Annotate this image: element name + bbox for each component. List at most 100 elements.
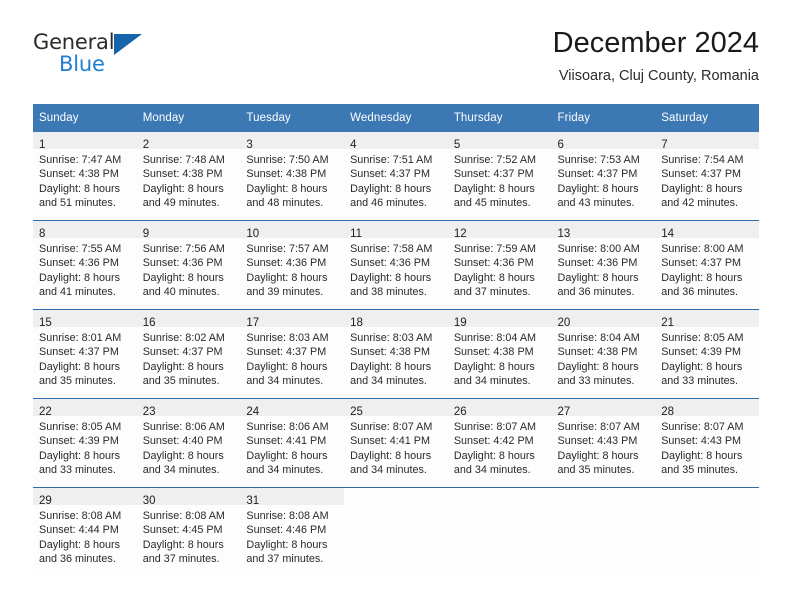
calendar-day-cell[interactable]: 31 Sunrise: 8:08 AM Sunset: 4:46 PM Dayligh…	[240, 487, 345, 576]
sunset-text: Sunset: 4:38 PM	[39, 168, 119, 181]
calendar-week-row: 15 Sunrise: 8:01 AM Sunset: 4:37 PM Dayligh…	[33, 309, 759, 399]
day-number-bar: 18	[344, 310, 448, 329]
title-block: December 2024 Viisoara, Cluj County, Rom…	[553, 26, 759, 86]
day-number-bar: 12	[447, 221, 552, 240]
calendar-day-cell[interactable]: 19 Sunrise: 8:04 AM Sunset: 4:38 PM Dayligh…	[447, 309, 552, 399]
calendar-day-cell[interactable]: 11 Sunrise: 7:58 AM Sunset: 4:36 PM Dayligh…	[344, 220, 448, 310]
daylight-text: Daylight: 8 hours	[453, 182, 535, 195]
calendar-day-cell[interactable]: 24 Sunrise: 8:06 AM Sunset: 4:41 PM Dayligh…	[240, 398, 345, 488]
calendar-day-cell[interactable]: 4 Sunrise: 7:51 AM Sunset: 4:37 PM Daylight…	[344, 132, 448, 221]
day-number: 29	[39, 495, 52, 507]
calendar-day-cell[interactable]: 6 Sunrise: 7:53 AM Sunset: 4:37 PM Daylight…	[551, 132, 656, 221]
calendar-day-cell[interactable]: 3 Sunrise: 7:50 AM Sunset: 4:38 PM Daylight…	[240, 132, 345, 221]
page-header: General Blue December 2024 Viisoara, Clu…	[33, 26, 759, 98]
day-details: Sunrise: 8:07 AM Sunset: 4:43 PM Daylight:…	[552, 416, 656, 478]
day-number-bar: 11	[344, 221, 448, 240]
daylight-text: Daylight: 8 hours	[350, 360, 432, 373]
day-details: Sunrise: 7:51 AM Sunset: 4:37 PM Daylight:…	[344, 149, 448, 211]
calendar-day-cell[interactable]: 15 Sunrise: 8:01 AM Sunset: 4:37 PM Dayligh…	[33, 309, 137, 399]
sunset-text: Sunset: 4:38 PM	[350, 346, 430, 359]
sunrise-text: Sunrise: 7:52 AM	[453, 154, 537, 166]
sunset-text: Sunset: 4:39 PM	[39, 435, 119, 448]
calendar-day-cell[interactable]: 5 Sunrise: 7:52 AM Sunset: 4:37 PM Daylight…	[447, 132, 552, 221]
daylight-text-cont: and 36 minutes.	[39, 553, 116, 566]
sunset-text: Sunset: 4:41 PM	[350, 435, 430, 448]
sunset-text: Sunset: 4:37 PM	[142, 346, 223, 359]
calendar-day-cell[interactable]: 18 Sunrise: 8:03 AM Sunset: 4:38 PM Dayligh…	[344, 309, 448, 399]
daylight-text: Daylight: 8 hours	[142, 360, 224, 373]
day-number-bar: 22	[33, 399, 137, 418]
sunrise-text: Sunrise: 8:06 AM	[142, 421, 225, 433]
weekday-header-monday: Monday	[136, 104, 241, 132]
day-details: Sunrise: 8:00 AM Sunset: 4:37 PM Daylight:…	[655, 238, 759, 300]
day-number: 17	[246, 317, 260, 329]
day-number: 11	[350, 228, 363, 240]
day-number: 19	[453, 317, 467, 329]
sunrise-text: Sunrise: 8:01 AM	[39, 332, 122, 344]
calendar-day-cell[interactable]: 25 Sunrise: 8:07 AM Sunset: 4:41 PM Dayligh…	[344, 398, 448, 488]
calendar-day-cell[interactable]: 8 Sunrise: 7:55 AM Sunset: 4:36 PM Daylight…	[33, 220, 137, 310]
daylight-text-cont: and 46 minutes.	[350, 197, 427, 210]
sunrise-text: Sunrise: 7:47 AM	[39, 154, 122, 166]
calendar-day-cell[interactable]: 14 Sunrise: 8:00 AM Sunset: 4:37 PM Dayligh…	[655, 220, 759, 310]
calendar-day-cell[interactable]: 17 Sunrise: 8:03 AM Sunset: 4:37 PM Dayligh…	[240, 309, 345, 399]
day-details: Sunrise: 8:03 AM Sunset: 4:37 PM Daylight:…	[240, 327, 344, 389]
daylight-text-cont: and 41 minutes.	[39, 286, 116, 299]
brand-logo[interactable]: General Blue	[33, 32, 153, 82]
calendar-day-cell[interactable]: 20 Sunrise: 8:04 AM Sunset: 4:38 PM Dayligh…	[551, 309, 656, 399]
day-number: 2	[142, 139, 150, 151]
day-details: Sunrise: 8:04 AM Sunset: 4:38 PM Daylight:…	[448, 327, 552, 389]
calendar-week-row: 1 Sunrise: 7:47 AM Sunset: 4:38 PM Daylight…	[33, 132, 759, 221]
daylight-text-cont: and 34 minutes.	[453, 464, 531, 477]
sunset-text: Sunset: 4:38 PM	[246, 168, 327, 181]
calendar-day-cell[interactable]: 26 Sunrise: 8:07 AM Sunset: 4:42 PM Dayligh…	[447, 398, 552, 488]
weekday-header-friday: Friday	[551, 104, 656, 132]
day-number-bar: 14	[655, 221, 759, 240]
calendar-day-cell[interactable]: 1 Sunrise: 7:47 AM Sunset: 4:38 PM Daylight…	[33, 132, 137, 221]
day-details	[344, 505, 448, 509]
daylight-text-cont: and 36 minutes.	[661, 286, 739, 299]
day-details: Sunrise: 7:54 AM Sunset: 4:37 PM Daylight:…	[655, 149, 759, 211]
day-details: Sunrise: 7:56 AM Sunset: 4:36 PM Daylight:…	[137, 238, 241, 300]
weekday-header-sunday: Sunday	[33, 104, 137, 132]
day-number: 7	[661, 139, 668, 151]
calendar-day-cell[interactable]: 10 Sunrise: 7:57 AM Sunset: 4:36 PM Dayligh…	[240, 220, 345, 310]
day-number: 27	[557, 406, 571, 418]
day-number-bar	[552, 488, 656, 505]
day-details: Sunrise: 7:55 AM Sunset: 4:36 PM Daylight:…	[33, 238, 137, 300]
day-details: Sunrise: 7:57 AM Sunset: 4:36 PM Daylight:…	[240, 238, 344, 300]
day-number: 31	[246, 495, 260, 507]
day-number: 12	[453, 228, 467, 240]
sunrise-text: Sunrise: 7:51 AM	[350, 154, 433, 166]
calendar-day-cell[interactable]: 2 Sunrise: 7:48 AM Sunset: 4:38 PM Daylight…	[136, 132, 241, 221]
calendar-day-cell[interactable]: 29 Sunrise: 8:08 AM Sunset: 4:44 PM Dayligh…	[33, 487, 137, 576]
sunset-text: Sunset: 4:37 PM	[39, 346, 119, 359]
calendar-day-cell[interactable]: 21 Sunrise: 8:05 AM Sunset: 4:39 PM Dayligh…	[655, 309, 759, 399]
day-number-bar: 17	[240, 310, 345, 329]
daylight-text: Daylight: 8 hours	[661, 182, 743, 195]
sunrise-text: Sunrise: 8:02 AM	[142, 332, 225, 344]
calendar-day-cell[interactable]: 28 Sunrise: 8:07 AM Sunset: 4:43 PM Dayligh…	[655, 398, 759, 488]
daylight-text: Daylight: 8 hours	[661, 360, 743, 373]
calendar-day-cell[interactable]: 23 Sunrise: 8:06 AM Sunset: 4:40 PM Dayligh…	[136, 398, 241, 488]
daylight-text: Daylight: 8 hours	[557, 271, 639, 284]
daylight-text-cont: and 45 minutes.	[453, 197, 531, 210]
daylight-text-cont: and 40 minutes.	[142, 286, 220, 299]
daylight-text-cont: and 39 minutes.	[246, 286, 324, 299]
calendar-day-cell[interactable]: 30 Sunrise: 8:08 AM Sunset: 4:45 PM Dayligh…	[136, 487, 241, 576]
calendar-day-cell[interactable]: 7 Sunrise: 7:54 AM Sunset: 4:37 PM Daylight…	[655, 132, 759, 221]
sunset-text: Sunset: 4:37 PM	[350, 168, 430, 181]
sunset-text: Sunset: 4:36 PM	[350, 257, 430, 270]
calendar-day-cell[interactable]: 16 Sunrise: 8:02 AM Sunset: 4:37 PM Dayligh…	[136, 309, 241, 399]
sunset-text: Sunset: 4:44 PM	[39, 524, 119, 537]
calendar-day-cell[interactable]: 27 Sunrise: 8:07 AM Sunset: 4:43 PM Dayligh…	[551, 398, 656, 488]
daylight-text-cont: and 51 minutes.	[39, 197, 116, 210]
sunset-text: Sunset: 4:38 PM	[453, 346, 534, 359]
calendar-day-cell[interactable]: 22 Sunrise: 8:05 AM Sunset: 4:39 PM Dayligh…	[33, 398, 137, 488]
daylight-text: Daylight: 8 hours	[39, 182, 121, 195]
calendar-day-cell[interactable]: 9 Sunrise: 7:56 AM Sunset: 4:36 PM Daylight…	[136, 220, 241, 310]
calendar-day-cell[interactable]: 12 Sunrise: 7:59 AM Sunset: 4:36 PM Dayligh…	[447, 220, 552, 310]
calendar-day-cell[interactable]: 13 Sunrise: 8:00 AM Sunset: 4:36 PM Dayligh…	[551, 220, 656, 310]
day-number: 25	[350, 406, 363, 418]
sunrise-text: Sunrise: 7:48 AM	[142, 154, 225, 166]
